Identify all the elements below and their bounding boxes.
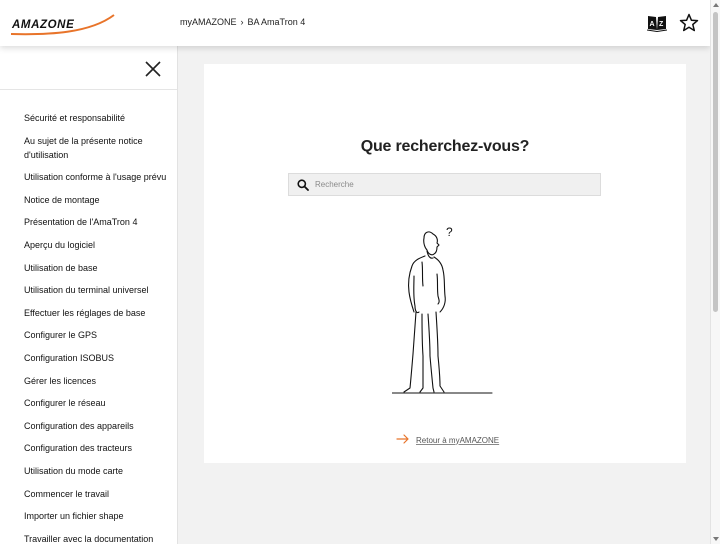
- svg-text:Z: Z: [659, 21, 664, 28]
- sidebar-item-isobus[interactable]: Configuration ISOBUS: [24, 351, 172, 365]
- sidebar-item-securite[interactable]: Sécurité et responsabilité: [24, 111, 172, 125]
- sidebar-item-reglages-base[interactable]: Effectuer les réglages de base: [24, 306, 172, 320]
- amazone-logo[interactable]: AMAZONE: [10, 13, 118, 37]
- close-icon[interactable]: [144, 60, 162, 78]
- scroll-down-arrow-icon[interactable]: [713, 537, 719, 541]
- sidebar-item-appareils[interactable]: Configuration des appareils: [24, 419, 172, 433]
- sidebar-top-bar: [0, 46, 177, 90]
- dictionary-icon[interactable]: A Z: [646, 12, 668, 34]
- page-scrollbar[interactable]: [710, 0, 720, 544]
- search-icon[interactable]: [292, 174, 314, 195]
- arrow-right-icon: [396, 431, 410, 449]
- sidebar-item-au-sujet[interactable]: Au sujet de la présente notice d'utilisa…: [24, 134, 172, 162]
- sidebar-item-utilisation-base[interactable]: Utilisation de base: [24, 261, 172, 275]
- back-link-label[interactable]: Retour à myAMAZONE: [416, 436, 499, 445]
- sidebar-item-licences[interactable]: Gérer les licences: [24, 374, 172, 388]
- scroll-up-arrow-icon[interactable]: [713, 3, 719, 7]
- search-card: Que recherchez-vous? ?: [204, 64, 686, 463]
- back-to-myamazone-link[interactable]: Retour à myAMAZONE: [396, 431, 499, 449]
- sidebar-item-mode-carte[interactable]: Utilisation du mode carte: [24, 464, 172, 478]
- breadcrumb-current: BA AmaTron 4: [247, 17, 306, 27]
- breadcrumb-separator: ›: [240, 17, 244, 27]
- sidebar-menu: Sécurité et responsabilité Au sujet de l…: [0, 90, 177, 544]
- sidebar-item-gps[interactable]: Configurer le GPS: [24, 328, 172, 342]
- search-input[interactable]: [315, 180, 585, 189]
- breadcrumb: myAMAZONE › BA AmaTron 4: [180, 17, 305, 27]
- sidebar-navigation: Sécurité et responsabilité Au sujet de l…: [0, 46, 178, 544]
- scroll-thumb[interactable]: [713, 12, 718, 312]
- question-mark: ?: [446, 225, 453, 239]
- logo-text: AMAZONE: [11, 19, 74, 31]
- sidebar-item-commencer-travail[interactable]: Commencer le travail: [24, 487, 172, 501]
- search-box[interactable]: [288, 173, 601, 196]
- svg-text:A: A: [650, 21, 655, 28]
- sidebar-item-notice-montage[interactable]: Notice de montage: [24, 193, 172, 207]
- sidebar-item-apercu-logiciel[interactable]: Aperçu du logiciel: [24, 238, 172, 252]
- sidebar-item-tracteurs[interactable]: Configuration des tracteurs: [24, 441, 172, 455]
- breadcrumb-home[interactable]: myAMAZONE: [180, 17, 237, 27]
- sidebar-item-presentation[interactable]: Présentation de l'AmaTron 4: [24, 215, 172, 229]
- page-title: Que recherchez-vous?: [360, 138, 530, 155]
- sidebar-item-terminal-universel[interactable]: Utilisation du terminal universel: [24, 283, 172, 297]
- favorite-star-icon[interactable]: [678, 12, 700, 34]
- sidebar-item-reseau[interactable]: Configurer le réseau: [24, 396, 172, 410]
- sidebar-item-utilisation-conforme[interactable]: Utilisation conforme à l'usage prévu: [24, 170, 172, 184]
- sidebar-item-fichier-shape[interactable]: Importer un fichier shape: [24, 509, 172, 523]
- thinking-person-illustration: ?: [391, 216, 498, 396]
- sidebar-item-documentation[interactable]: Travailler avec la documentation: [24, 532, 172, 544]
- top-header: AMAZONE myAMAZONE › BA AmaTron 4 A Z: [0, 0, 710, 46]
